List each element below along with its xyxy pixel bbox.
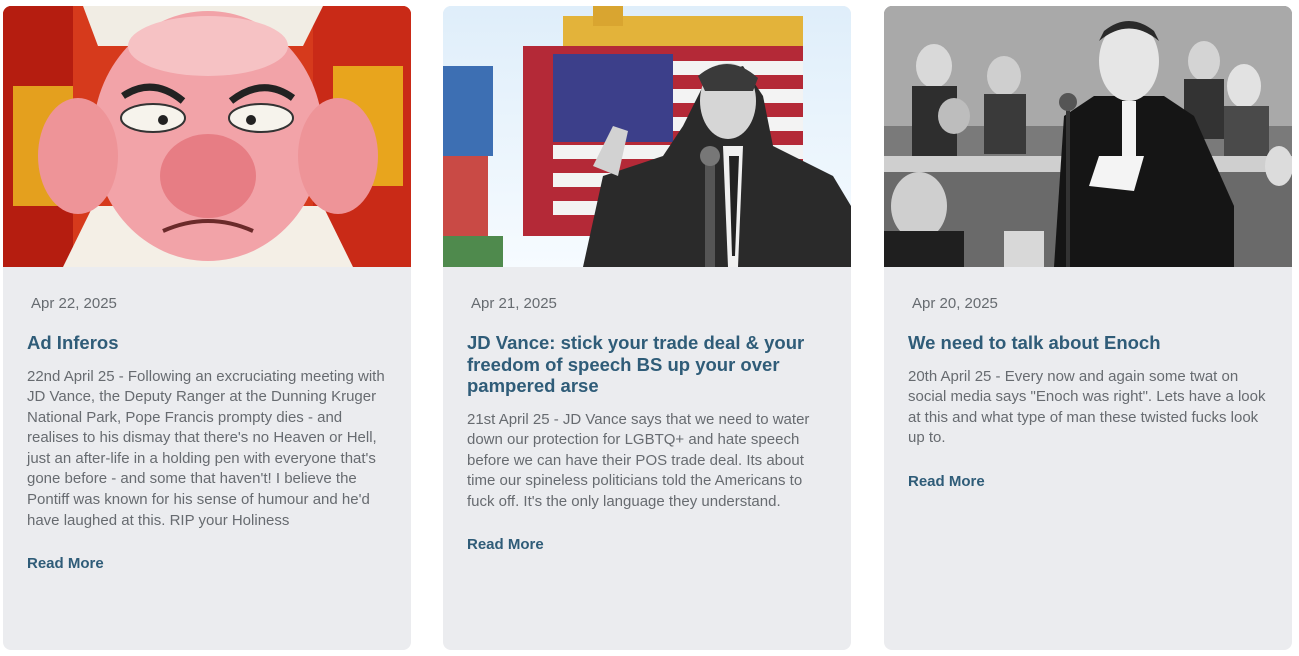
post-card: Apr 20, 2025 We need to talk about Enoch…: [884, 6, 1292, 650]
flag-container-speaker-image: [443, 6, 851, 267]
post-excerpt: 22nd April 25 - Following an excruciatin…: [27, 367, 385, 529]
read-more-link[interactable]: Read More: [27, 555, 104, 572]
post-thumbnail[interactable]: [884, 6, 1292, 267]
post-title[interactable]: JD Vance: stick your trade deal & your f…: [467, 332, 827, 397]
post-card: Apr 22, 2025 Ad Inferos 22nd April 25 - …: [3, 6, 411, 650]
post-thumbnail[interactable]: [3, 6, 411, 267]
post-date: Apr 21, 2025: [471, 295, 557, 312]
read-more-link[interactable]: Read More: [467, 536, 544, 553]
post-excerpt: 21st April 25 - JD Vance says that we ne…: [467, 410, 810, 510]
post-thumbnail[interactable]: [443, 6, 851, 267]
post-date: Apr 20, 2025: [912, 295, 998, 312]
cartoon-pope-image: [3, 6, 411, 267]
post-title[interactable]: We need to talk about Enoch: [908, 332, 1268, 354]
post-card: Apr 21, 2025 JD Vance: stick your trade …: [443, 6, 851, 650]
post-excerpt: 20th April 25 - Every now and again some…: [908, 367, 1266, 447]
post-title[interactable]: Ad Inferos: [27, 332, 387, 354]
post-date: Apr 22, 2025: [31, 295, 117, 312]
blog-post-grid: Apr 22, 2025 Ad Inferos 22nd April 25 - …: [0, 0, 1299, 656]
black-and-white-speech-image: [884, 6, 1292, 267]
read-more-link[interactable]: Read More: [908, 473, 985, 490]
